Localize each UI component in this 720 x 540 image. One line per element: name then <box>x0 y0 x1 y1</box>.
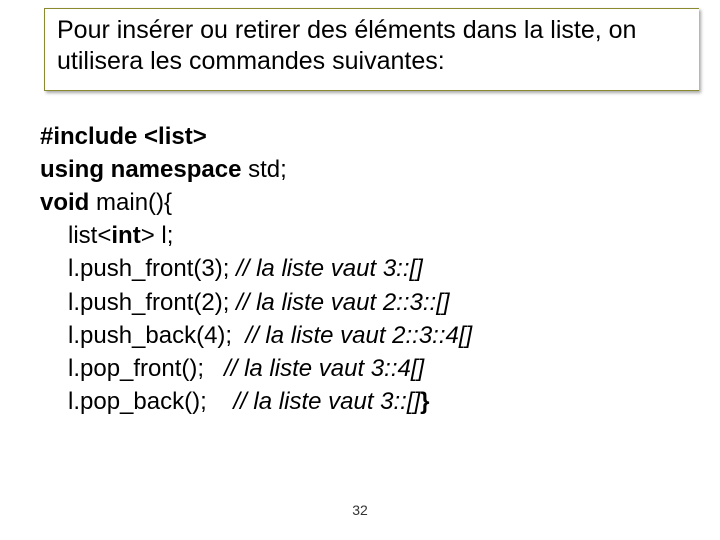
pop2-comment: // la liste vaut 3::[] <box>233 388 420 415</box>
push2-code: l.push_front(2); <box>68 289 236 316</box>
list-open: list< <box>68 222 111 249</box>
code-line-pop1: l.pop_front(); // la liste vaut 3::4[] <box>40 352 680 385</box>
code-line-push2: l.push_front(2); // la liste vaut 2::3::… <box>40 286 680 319</box>
code-line-push1: l.push_front(3); // la liste vaut 3::[] <box>40 252 680 285</box>
using-rest: std; <box>248 156 287 183</box>
push1-comment: // la liste vaut 3::[] <box>236 255 423 282</box>
code-line-decl: list<int> l; <box>40 219 680 252</box>
pop1-code: l.pop_front(); <box>68 355 224 382</box>
title-text: Pour insérer ou retirer des éléments dan… <box>57 16 636 75</box>
using-keyword: using namespace <box>40 156 248 183</box>
int-keyword: int <box>111 222 140 249</box>
code-line-using: using namespace std; <box>40 153 680 186</box>
include-directive: #include <list> <box>40 123 207 150</box>
code-block: #include <list> using namespace std; voi… <box>40 120 680 418</box>
page-number: 32 <box>0 502 720 518</box>
closing-brace: } <box>420 388 429 415</box>
push3-code: l.push_back(4); <box>68 322 245 349</box>
code-line-push3: l.push_back(4); // la liste vaut 2::3::4… <box>40 319 680 352</box>
code-line-main: void main(){ <box>40 186 680 219</box>
push3-comment: // la liste vaut 2::3::4[] <box>245 322 472 349</box>
pop1-comment: // la liste vaut 3::4[] <box>224 355 424 382</box>
code-line-pop2: l.pop_back(); // la liste vaut 3::[]} <box>40 385 680 418</box>
list-close: > l; <box>141 222 174 249</box>
code-line-include: #include <list> <box>40 120 680 153</box>
main-decl: main(){ <box>96 189 172 216</box>
push2-comment: // la liste vaut 2::3::[] <box>236 289 449 316</box>
void-keyword: void <box>40 189 96 216</box>
push1-code: l.push_front(3); <box>68 255 236 282</box>
pop2-code: l.pop_back(); <box>68 388 233 415</box>
slide: Pour insérer ou retirer des éléments dan… <box>0 0 720 540</box>
title-box: Pour insérer ou retirer des éléments dan… <box>44 8 699 91</box>
